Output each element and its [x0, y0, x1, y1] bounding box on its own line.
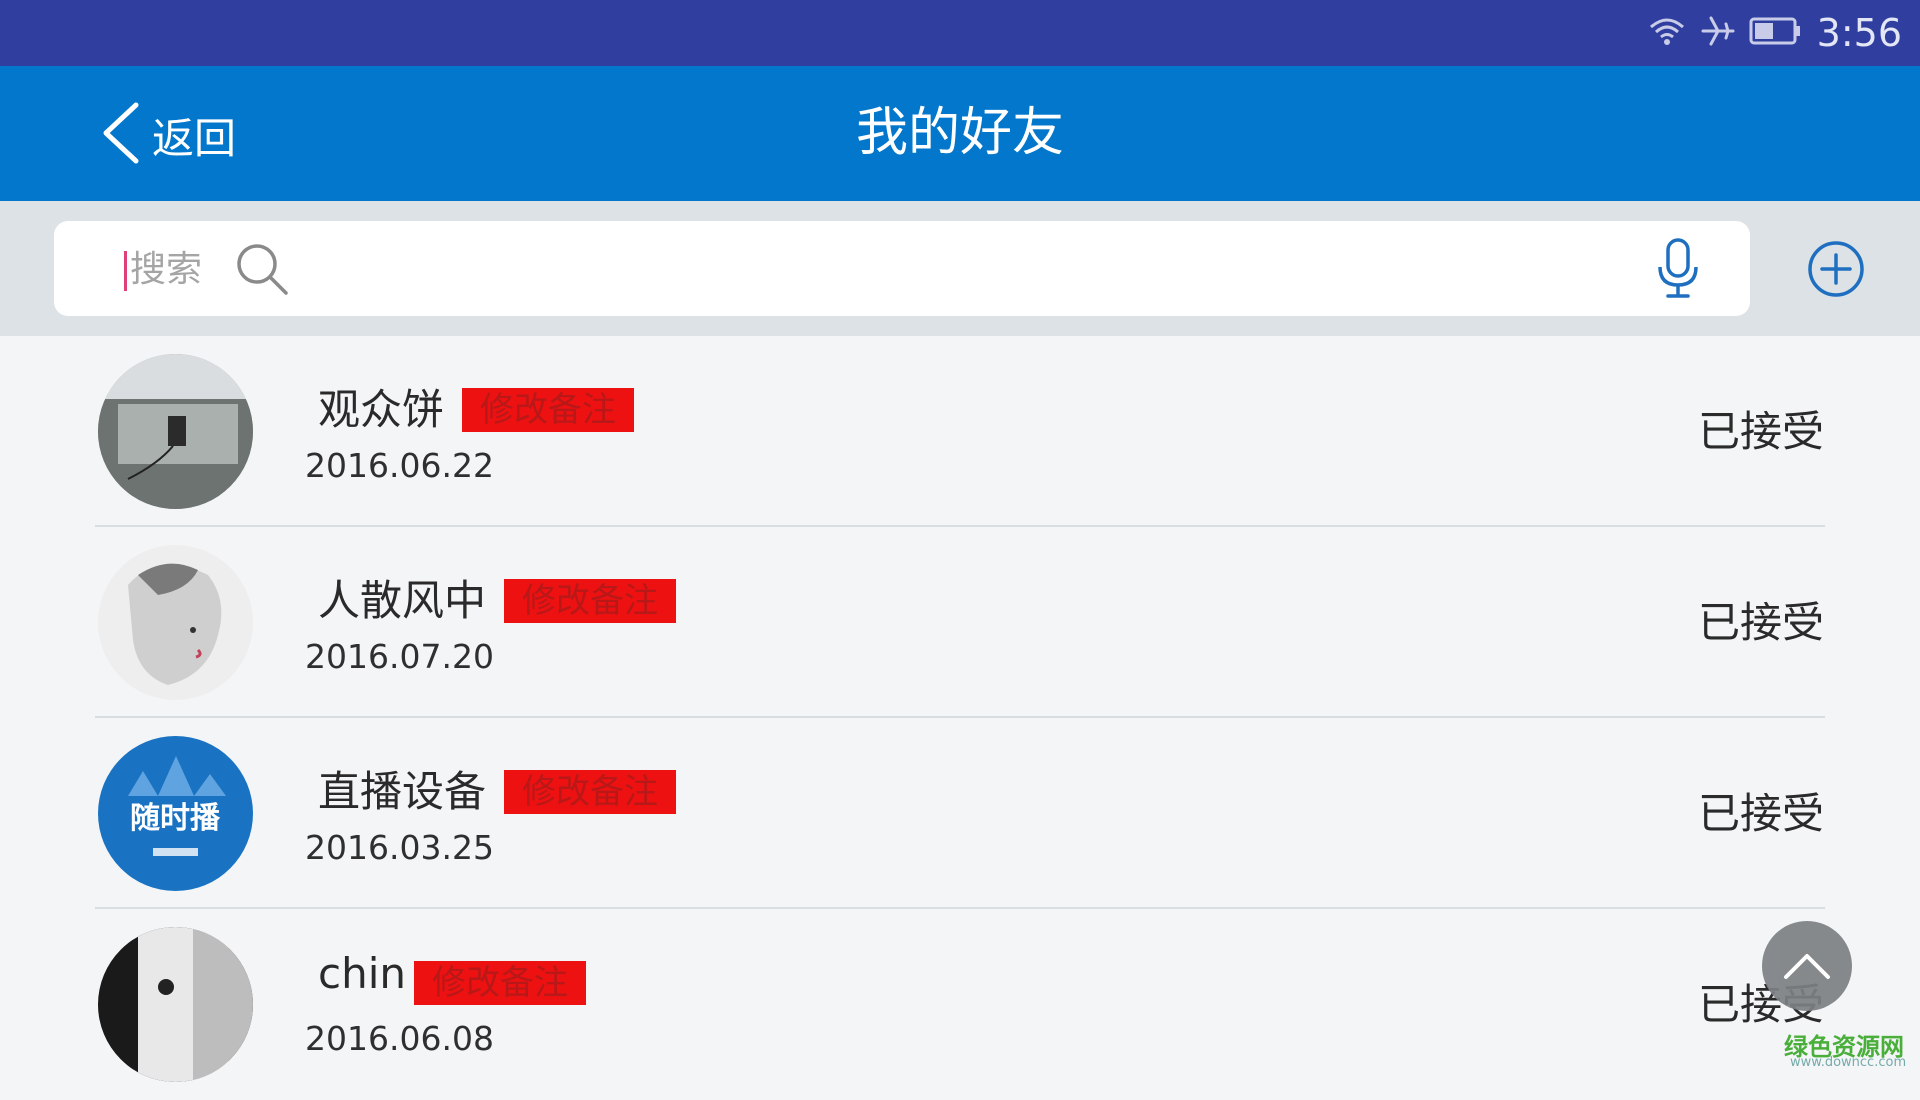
edit-remark-button[interactable]: 修改备注 [504, 770, 676, 814]
friend-row[interactable]: 随时播 直播设备 修改备注 2016.03.25 已接受 [0, 718, 1920, 909]
avatar-text: 随时播 [130, 801, 221, 836]
text-cursor [124, 251, 127, 291]
friend-date: 2016.07.20 [305, 637, 494, 676]
friend-list: 观众饼 修改备注 2016.06.22 已接受 人散风中 修改备注 2016.0… [0, 336, 1920, 1100]
avatar[interactable] [98, 545, 253, 700]
status-bar: 3:56 [0, 0, 1920, 66]
edit-remark-button[interactable]: 修改备注 [462, 388, 634, 432]
search-bar-area [0, 201, 1920, 336]
plus-circle-icon [1808, 241, 1864, 297]
friend-name: 直播设备 [318, 767, 487, 816]
battery-icon [1749, 17, 1803, 49]
wifi-icon [1647, 15, 1687, 51]
friend-name: chin [318, 949, 406, 998]
friend-date: 2016.06.22 [305, 446, 494, 485]
app-header: 返回 我的好友 [0, 66, 1920, 201]
avatar[interactable] [98, 354, 253, 509]
edit-remark-button[interactable]: 修改备注 [414, 961, 586, 1005]
friend-name: 人散风中 [318, 576, 487, 625]
friend-date: 2016.06.08 [305, 1019, 494, 1058]
add-friend-button[interactable] [1806, 239, 1866, 303]
friend-status: 已接受 [1697, 789, 1824, 838]
status-icons: 3:56 [1647, 0, 1902, 66]
friend-name: 观众饼 [318, 385, 445, 434]
search-icon[interactable] [234, 241, 290, 301]
page-title: 我的好友 [855, 103, 1064, 163]
microphone-icon[interactable] [1654, 237, 1702, 305]
friend-row[interactable]: chin 修改备注 2016.06.08 已接受 [0, 909, 1920, 1100]
search-input[interactable] [130, 239, 230, 299]
watermark-url: www.downcc.com [1790, 1055, 1907, 1070]
chevron-up-icon [1784, 954, 1830, 979]
friend-status: 已接受 [1697, 598, 1824, 647]
search-box[interactable] [54, 221, 1750, 316]
avatar[interactable] [98, 927, 253, 1082]
status-time: 3:56 [1816, 11, 1902, 55]
friend-status: 已接受 [1697, 407, 1824, 456]
edit-remark-button[interactable]: 修改备注 [504, 579, 676, 623]
friend-row[interactable]: 人散风中 修改备注 2016.07.20 已接受 [0, 527, 1920, 718]
scroll-to-top-button[interactable] [1762, 921, 1852, 1011]
avatar[interactable]: 随时播 [98, 736, 253, 891]
friend-row[interactable]: 观众饼 修改备注 2016.06.22 已接受 [0, 336, 1920, 527]
airplane-mode-icon [1701, 14, 1735, 52]
friend-date: 2016.03.25 [305, 828, 494, 867]
